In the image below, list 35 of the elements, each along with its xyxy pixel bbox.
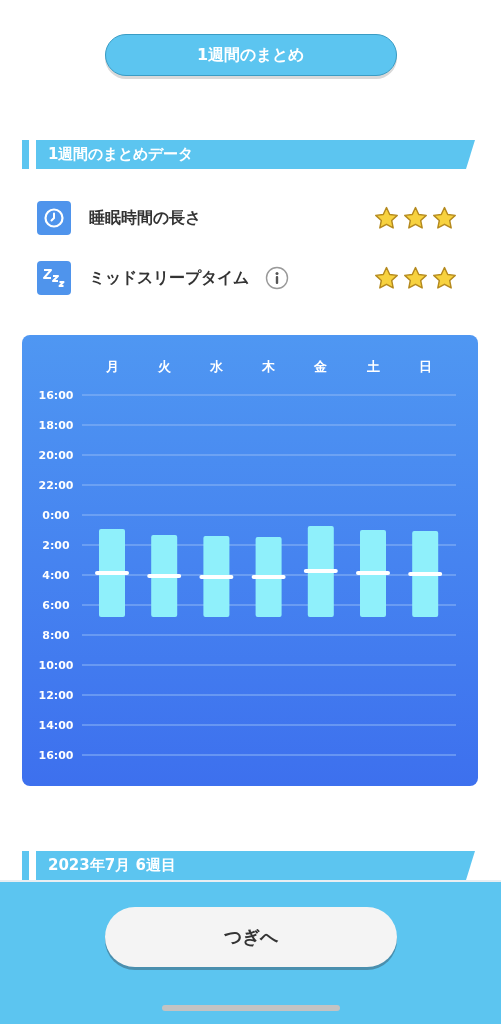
day-label: 月 (105, 359, 119, 374)
day-label: 金 (314, 359, 328, 374)
star-icon (432, 265, 457, 291)
star-icon (403, 205, 428, 231)
time-label: 8:00 (42, 629, 70, 642)
section-heading: 2023年7月 6週目 (36, 851, 475, 880)
day-label: 水 (209, 359, 223, 374)
sleep-icon (37, 261, 71, 295)
clock-icon (37, 201, 71, 235)
star-icon (374, 205, 399, 231)
day-label: 土 (366, 359, 380, 374)
time-label: 12:00 (38, 689, 74, 702)
star-icon (403, 265, 428, 291)
star-icon (432, 205, 457, 231)
metric-label: ミッドスリープタイム (89, 267, 249, 289)
time-label: 16:00 (38, 749, 74, 762)
info-icon[interactable] (265, 266, 289, 290)
time-label: 22:00 (38, 479, 74, 492)
time-label: 0:00 (42, 509, 70, 522)
time-label: 6:00 (42, 599, 70, 612)
day-label: 木 (262, 359, 276, 374)
time-label: 2:00 (42, 539, 70, 552)
time-label: 16:00 (38, 389, 74, 402)
time-label: 4:00 (42, 569, 70, 582)
next-button[interactable]: つぎへ (104, 907, 397, 967)
time-label: 20:00 (38, 449, 74, 462)
day-label: 日 (418, 359, 432, 374)
day-label: 火 (157, 359, 171, 374)
time-label: 10:00 (38, 659, 74, 672)
star-icon (374, 265, 399, 291)
time-label: 18:00 (38, 419, 74, 432)
section-heading: 1週間のまとめデータ (36, 140, 475, 169)
metric-label: 睡眠時間の長さ (89, 207, 201, 229)
heading-stripe (22, 140, 29, 169)
time-label: 14:00 (38, 719, 74, 732)
